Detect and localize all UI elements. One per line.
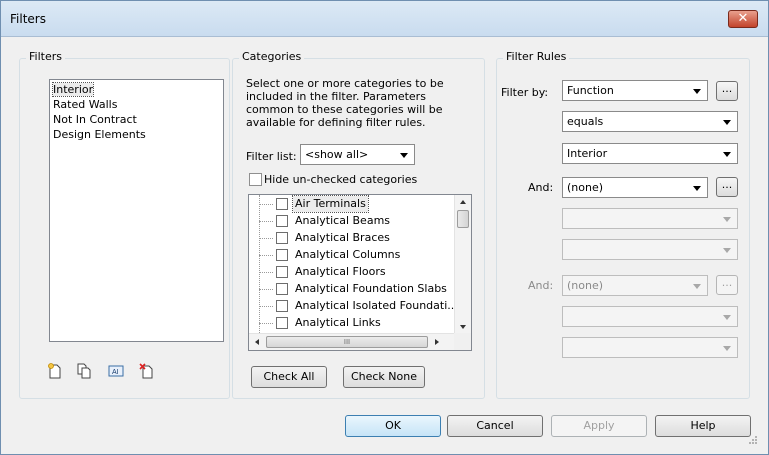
new-filter-icon	[48, 363, 61, 379]
filter-by-label: Filter by:	[501, 86, 549, 99]
check-none-button[interactable]: Check None	[343, 366, 425, 388]
scroll-thumb[interactable]	[457, 210, 469, 228]
chevron-down-icon	[723, 217, 731, 222]
svg-text:AI: AI	[112, 369, 119, 376]
apply-button[interactable]: Apply	[551, 415, 647, 437]
rule3-parameter-dropdown[interactable]: (none)	[562, 275, 708, 296]
category-checkbox[interactable]	[276, 249, 288, 261]
and-label-1: And:	[528, 181, 554, 194]
filter-rules-group-label: Filter Rules	[503, 50, 570, 63]
chevron-down-icon	[400, 153, 408, 158]
chevron-down-icon	[693, 284, 701, 289]
dialog-body: Filters Interior Rated Walls Not In Cont…	[9, 38, 761, 448]
resize-grip-icon[interactable]	[748, 435, 758, 445]
filters-dialog: Filters ✕ Filters Interior Rated Walls N…	[0, 0, 769, 455]
rule3-browse-button[interactable]: ...	[716, 275, 738, 295]
rule2-operator-dropdown[interactable]	[562, 208, 738, 229]
scroll-right-icon[interactable]	[435, 339, 439, 345]
dialog-title: Filters	[10, 12, 46, 26]
filter-by-browse-button[interactable]: ...	[716, 81, 738, 101]
rule1-value-dropdown[interactable]: Interior	[562, 143, 738, 164]
categories-group-label: Categories	[239, 50, 305, 63]
rename-filter-icon: AI	[108, 365, 124, 377]
and-label-2: And:	[528, 279, 554, 292]
chevron-down-icon	[723, 346, 731, 351]
hide-unchecked-label: Hide un-checked categories	[264, 173, 418, 186]
categories-tree[interactable]: Air Terminals Analytical Beams Analytica…	[248, 194, 472, 351]
scroll-thumb[interactable]: III	[266, 336, 428, 348]
categories-vertical-scrollbar[interactable]	[454, 195, 471, 335]
chevron-down-icon	[723, 152, 731, 157]
scroll-corner	[454, 333, 471, 350]
chevron-down-icon	[723, 248, 731, 253]
rule3-value-dropdown[interactable]	[562, 337, 738, 358]
filter-list-dropdown[interactable]: <show all>	[300, 144, 415, 165]
title-bar: Filters ✕	[1, 1, 768, 37]
rule2-parameter-dropdown[interactable]: (none)	[562, 177, 708, 198]
category-checkbox[interactable]	[276, 266, 288, 278]
category-checkbox[interactable]	[276, 317, 288, 329]
rule2-value-dropdown[interactable]	[562, 239, 738, 260]
filter-item-not-in-contract[interactable]: Not In Contract	[50, 112, 223, 127]
check-all-button[interactable]: Check All	[251, 366, 327, 388]
cancel-button[interactable]: Cancel	[447, 415, 543, 437]
scroll-down-icon[interactable]	[460, 325, 466, 329]
duplicate-filter-icon	[77, 363, 91, 379]
chevron-down-icon	[693, 89, 701, 94]
rename-filter-button[interactable]: AI	[107, 362, 125, 380]
close-button[interactable]: ✕	[728, 10, 758, 28]
new-filter-button[interactable]	[46, 362, 64, 380]
filter-item-rated-walls[interactable]: Rated Walls	[50, 97, 223, 112]
rule2-browse-button[interactable]: ...	[716, 177, 738, 197]
duplicate-filter-button[interactable]	[75, 362, 93, 380]
chevron-down-icon	[693, 186, 701, 191]
category-checkbox[interactable]	[276, 198, 288, 210]
categories-group: Categories Select one or more categories…	[232, 50, 485, 399]
category-checkbox[interactable]	[276, 232, 288, 244]
scroll-left-icon[interactable]	[255, 339, 259, 345]
filter-item-design-elements[interactable]: Design Elements	[50, 127, 223, 142]
categories-horizontal-scrollbar[interactable]: III	[249, 333, 455, 350]
tree-line	[259, 195, 260, 335]
category-checkbox[interactable]	[276, 215, 288, 227]
scroll-up-icon[interactable]	[460, 200, 466, 204]
hide-unchecked-checkbox[interactable]	[249, 173, 262, 186]
filters-list[interactable]: Interior Rated Walls Not In Contract Des…	[49, 79, 224, 342]
ok-button[interactable]: OK	[345, 415, 441, 437]
filter-item-interior[interactable]: Interior	[50, 82, 223, 97]
filter-rules-group: Filter Rules Filter by: Function ... equ…	[496, 50, 750, 399]
chevron-down-icon	[723, 315, 731, 320]
rule3-operator-dropdown[interactable]	[562, 306, 738, 327]
filters-group-label: Filters	[26, 50, 65, 63]
filters-group: Filters Interior Rated Walls Not In Cont…	[19, 50, 230, 399]
filter-by-parameter-dropdown[interactable]: Function	[562, 80, 708, 101]
delete-filter-button[interactable]	[138, 362, 156, 380]
categories-description: Select one or more categories to be incl…	[246, 77, 444, 129]
chevron-down-icon	[723, 120, 731, 125]
rule1-operator-dropdown[interactable]: equals	[562, 111, 738, 132]
filter-list-label: Filter list:	[246, 150, 297, 163]
close-icon: ✕	[737, 11, 749, 26]
help-button[interactable]: Help	[655, 415, 751, 437]
delete-filter-icon	[139, 363, 153, 379]
category-checkbox[interactable]	[276, 283, 288, 295]
category-checkbox[interactable]	[276, 300, 288, 312]
